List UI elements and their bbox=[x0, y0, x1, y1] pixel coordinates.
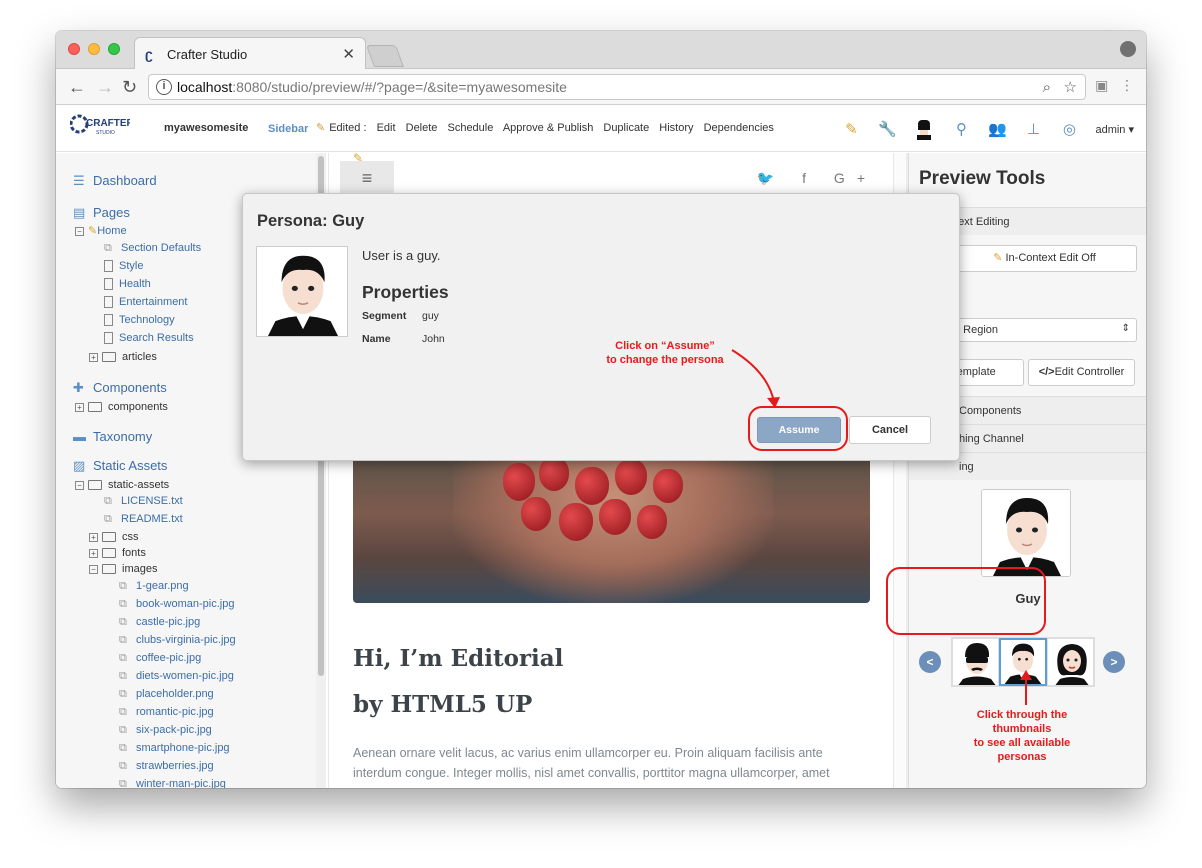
assume-arrowhead bbox=[767, 397, 780, 408]
annotation-arrows bbox=[731, 349, 1032, 705]
assume-arrow bbox=[731, 349, 775, 403]
thumbs-arrowhead bbox=[1020, 670, 1032, 680]
